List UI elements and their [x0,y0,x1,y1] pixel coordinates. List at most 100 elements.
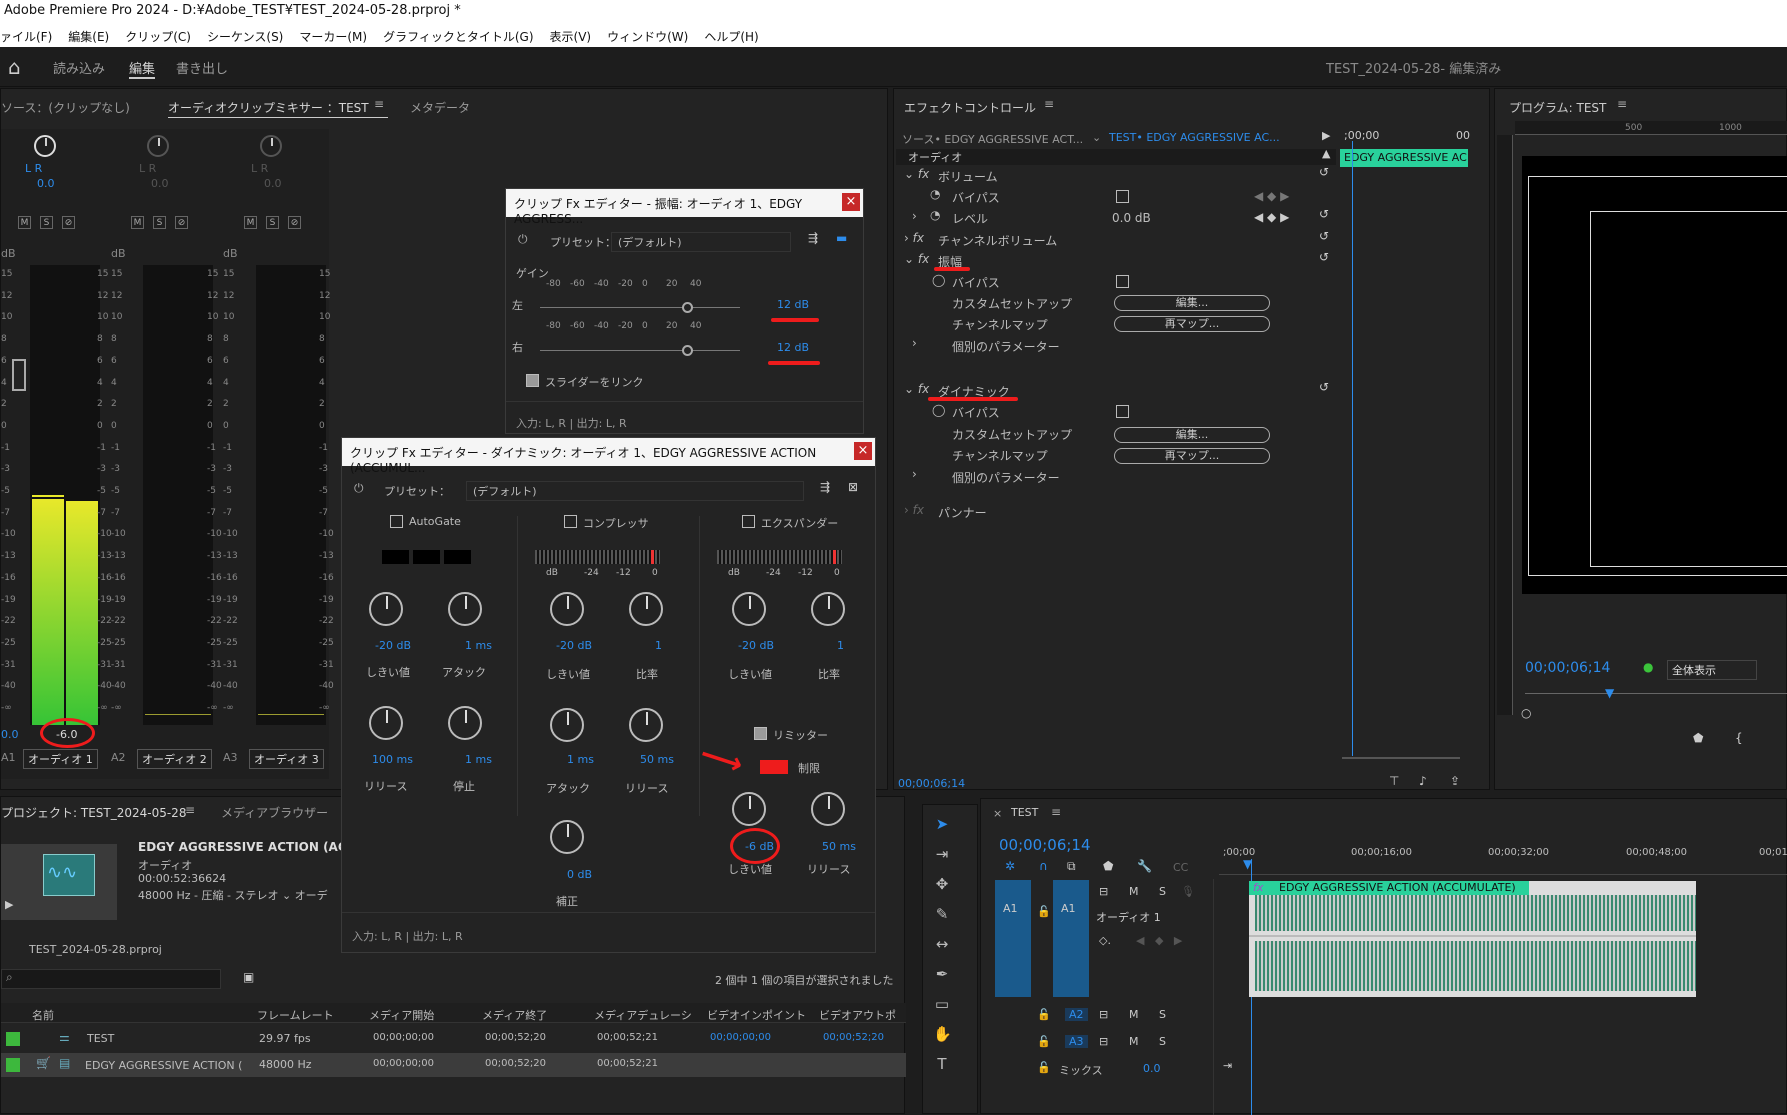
audio-loop-icon[interactable]: ♪ [1419,774,1427,788]
pen-tool-icon[interactable]: ✒ [933,965,951,983]
lock-icon[interactable]: 🔓 [1037,1061,1051,1074]
menu-view[interactable]: 表示(V) [550,28,592,44]
mute-button[interactable]: M [1129,885,1139,898]
zoom-scrollbar[interactable] [1342,757,1460,759]
fx-panel-icon[interactable]: ⊠ [848,480,858,494]
solo-button[interactable]: S [1159,885,1166,898]
fx-channel-volume[interactable]: チャンネルボリューム [938,232,1057,249]
tab-metadata[interactable]: メタデータ [410,99,470,116]
exp-ratio-knob[interactable] [811,592,845,626]
power-icon[interactable]: ⏻ [354,481,364,496]
add-marker-icon[interactable]: ⬟ [1103,859,1113,873]
solo-a1[interactable]: S [40,216,53,229]
lock-icon[interactable]: 🔓 [1037,1035,1051,1048]
ripple-edit-icon[interactable]: ✥ [933,875,951,893]
link-sliders-checkbox[interactable] [526,374,539,387]
left-gain-value[interactable]: 12 dB [777,298,809,311]
search-input[interactable]: ⌕ [1,969,221,989]
linked-selection-icon[interactable]: ⧉ [1067,859,1076,874]
effect-controls-title[interactable]: エフェクトコントロール [904,99,1036,116]
comp-release-value[interactable]: 50 ms [640,753,674,766]
keyframe-nav-icon[interactable]: ◀ ◆ ▶ [1254,189,1289,203]
fx-dyn-params[interactable]: 個別のパラメーター [952,469,1060,486]
rec-a1[interactable]: ⊘ [62,216,75,229]
track-name-a3[interactable]: オーディオ 3 [249,749,324,769]
sync-lock-icon[interactable]: ⊟ [1099,1008,1108,1021]
program-viewer[interactable] [1522,156,1787,594]
program-title[interactable]: プログラム: TEST [1509,99,1606,116]
mute-button[interactable]: M [1129,1008,1139,1021]
track-name-a2[interactable]: オーディオ 2 [137,749,212,769]
fx-level-value[interactable]: 0.0 dB [1112,211,1151,225]
fx-source-label[interactable]: ソース• EDGY AGGRESSIVE ACT... [902,131,1083,147]
rec-a3[interactable]: ⊘ [288,216,301,229]
playhead-icon[interactable]: ▼ [1243,857,1252,871]
ag-release-knob[interactable] [369,706,403,740]
lock-icon[interactable]: 🔓 [1037,1008,1051,1021]
tab-media-browser[interactable]: メディアブラウザー [221,804,328,821]
ag-hold-value[interactable]: 1 ms [465,753,492,766]
left-slider-thumb[interactable] [682,302,693,313]
tab-project[interactable]: プロジェクト: TEST_2024-05-28 [1,804,186,821]
pan-knob-a2[interactable] [147,135,169,157]
reset-icon[interactable]: ↺ [1319,380,1329,394]
col-name[interactable]: 名前 [32,1007,54,1023]
timeline-timecode[interactable]: 00;00;06;14 [999,836,1091,854]
edit-button[interactable]: 編集... [1114,427,1270,443]
autogate-checkbox[interactable] [390,515,403,528]
table-row[interactable]: 🛒 ▤ EDGY AGGRESSIVE ACTION ( 48000 Hz 00… [1,1053,906,1077]
comp-attack-value[interactable]: 1 ms [567,753,594,766]
solo-a3[interactable]: S [266,216,279,229]
pan-knob-a3[interactable] [260,135,282,157]
nest-icon[interactable]: ✲ [1005,859,1015,873]
source-patch-a1[interactable]: A1 [995,880,1031,997]
play-icon[interactable]: ▶ [5,898,13,911]
ag-attack-knob[interactable] [448,592,482,626]
col-end[interactable]: メディア終了 [482,1007,547,1023]
limiter-checkbox[interactable] [754,727,767,740]
fx-volume[interactable]: ボリューム [938,168,998,185]
reset-icon[interactable]: ↺ [1319,207,1329,221]
keyframe-icon[interactable]: ◇. [1099,934,1111,947]
bypass-checkbox[interactable] [1116,405,1129,418]
tab-source[interactable]: ソース：(クリップなし) [1,99,130,116]
menu-window[interactable]: ウィンドウ(W) [607,28,688,44]
lock-icon[interactable]: 🔓 [1037,905,1051,918]
pan-knob-a1[interactable] [34,135,56,157]
ag-threshold-value[interactable]: -20 dB [375,639,411,652]
lim-threshold-knob[interactable] [732,792,766,826]
program-timecode[interactable]: 00;00;06;14 [1525,660,1610,676]
fit-dropdown[interactable]: 全体表示 [1667,660,1757,680]
reset-icon[interactable]: ↺ [1319,250,1329,264]
comp-threshold-knob[interactable] [550,592,584,626]
right-gain-value[interactable]: 12 dB [777,341,809,354]
ag-hold-knob[interactable] [448,706,482,740]
menu-marker[interactable]: マーカー(M) [299,28,367,44]
filter-icon[interactable]: ⊤ [1389,774,1399,788]
col-duration[interactable]: メディアデュレーシ [594,1007,692,1023]
close-button[interactable]: × [842,193,860,211]
sync-lock-icon[interactable]: ⊟ [1099,885,1108,898]
selection-tool-icon[interactable]: ➤ [933,815,951,833]
comp-attack-knob[interactable] [550,708,584,742]
ws-edit[interactable]: 編集 [129,58,156,79]
ag-attack-value[interactable]: 1 ms [465,639,492,652]
preset-dropdown[interactable]: (デフォルト) [611,232,791,252]
hand-tool-icon[interactable]: ✋ [933,1025,952,1043]
col-fps[interactable]: フレームレート [257,1007,334,1023]
table-row[interactable]: ⚌ TEST 29.97 fps 00;00;00;00 00;00;52;20… [1,1027,906,1051]
panel-menu-icon[interactable]: ≡ [374,97,384,111]
fx-timecode[interactable]: 00;00;06;14 [898,777,965,790]
chevron-down-icon[interactable]: ⌄ [1092,131,1101,144]
col-out[interactable]: ビデオアウトポ [819,1007,896,1023]
ag-threshold-knob[interactable] [369,592,403,626]
ws-export[interactable]: 書き出し [176,58,228,77]
comp-release-knob[interactable] [629,708,663,742]
audio-clip[interactable]: fx EDGY AGGRESSIVE ACTION (ACCUMULATE) [1249,881,1696,997]
compressor-checkbox[interactable] [564,515,577,528]
bypass-checkbox[interactable] [1116,190,1129,203]
expander-checkbox[interactable] [742,515,755,528]
track-select-icon[interactable]: ⇥ [933,845,951,863]
solo-a2[interactable]: S [153,216,166,229]
reset-icon[interactable]: ↺ [1319,229,1329,243]
